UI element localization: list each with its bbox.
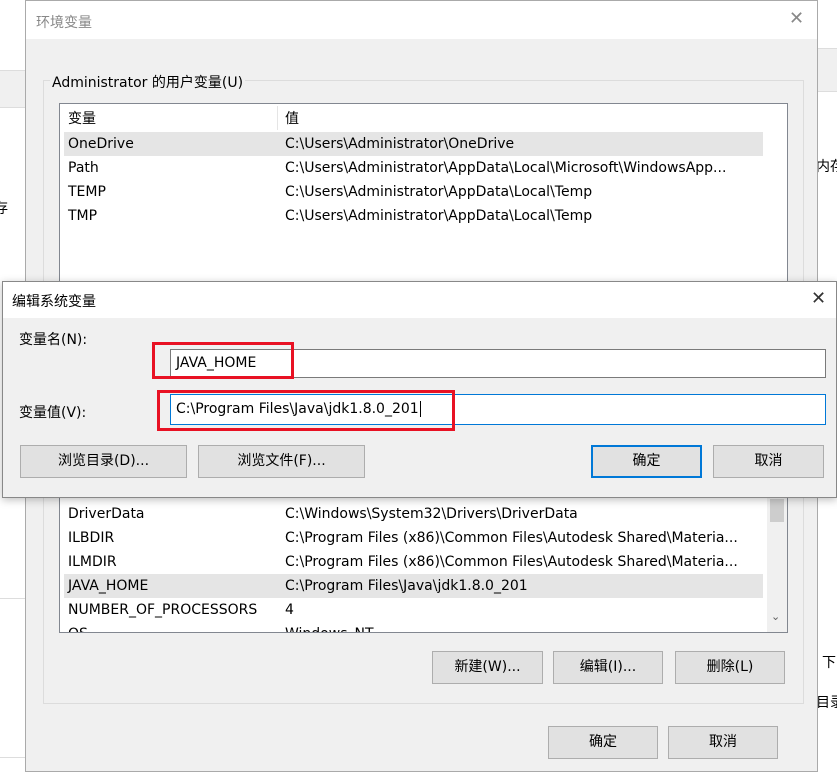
variable-value-label: 变量值(V): <box>19 405 87 421</box>
variable-value: C:\Program Files (x86)\Common Files\Auto… <box>285 530 738 546</box>
variable-value: C:\Program Files\Java\jdk1.8.0_201 <box>285 578 528 594</box>
variable-name: ILMDIR <box>68 554 117 570</box>
background-text: 下 <box>822 655 836 671</box>
variable-value: C:\Users\Administrator\AppData\Local\Tem… <box>285 184 593 200</box>
highlight-box <box>152 342 294 379</box>
variable-name: JAVA_HOME <box>68 578 149 594</box>
cancel-button[interactable]: 取消 <box>668 726 778 759</box>
cancel-button[interactable]: 取消 <box>713 445 824 478</box>
column-divider[interactable] <box>277 106 278 130</box>
column-header-value[interactable]: 值 <box>285 106 299 132</box>
variable-name: DriverData <box>68 506 145 522</box>
variable-name: NUMBER_OF_PROCESSORS <box>68 602 258 618</box>
variable-name: ILBDIR <box>68 530 115 546</box>
variable-row[interactable]: TMP C:\Users\Administrator\AppData\Local\… <box>64 204 763 228</box>
background-band <box>818 48 837 92</box>
variable-row[interactable]: NUMBER_OF_PROCESSORS 4 <box>64 598 763 622</box>
user-variables-list[interactable]: 变量 值 OneDrive C:\Users\Administrator\OneD… <box>59 103 788 303</box>
variable-name: OneDrive <box>68 136 134 152</box>
browse-directory-button[interactable]: 浏览目录(D)... <box>20 445 187 478</box>
variable-value: 4 <box>285 602 294 618</box>
variable-value: C:\Program Files (x86)\Common Files\Auto… <box>285 554 738 570</box>
background-band <box>0 70 25 108</box>
title-bar: 环境变量 ✕ <box>26 1 817 39</box>
background-band <box>0 598 25 758</box>
variable-value: C:\Users\Administrator\AppData\Local\Tem… <box>285 208 593 224</box>
edit-button[interactable]: 编辑(I)... <box>553 651 663 684</box>
variable-value: C:\Users\Administrator\AppData\Local\Mic… <box>285 160 727 176</box>
title-bar: 编辑系统变量 ✕ <box>3 282 836 318</box>
variable-value: C:\Users\Administrator\OneDrive <box>285 136 515 152</box>
delete-button[interactable]: 删除(L) <box>675 651 785 684</box>
new-button[interactable]: 新建(W)... <box>432 651 543 684</box>
chevron-down-icon[interactable]: ⌄ <box>771 610 780 623</box>
variable-name: Path <box>68 160 99 176</box>
background-text: 存 <box>0 201 8 217</box>
background-text: 目录 <box>816 695 837 711</box>
highlight-box <box>157 390 455 431</box>
variable-row[interactable]: DriverData C:\Windows\System32\Drivers\Dr… <box>64 502 763 526</box>
edit-system-variable-dialog: 编辑系统变量 ✕ 变量名(N): JAVA_HOME 变量值(V): C:\Pr… <box>2 281 837 498</box>
variable-name: TEMP <box>68 184 106 200</box>
ok-button[interactable]: 确定 <box>591 445 702 478</box>
ok-button[interactable]: 确定 <box>548 726 658 759</box>
variable-value: C:\Windows\System32\Drivers\DriverData <box>285 506 578 522</box>
list-header: 变量 值 <box>64 106 763 132</box>
variable-row[interactable]: ILMDIR C:\Program Files (x86)\Common File… <box>64 550 763 574</box>
variable-row[interactable]: OS Windows_NT <box>64 622 763 632</box>
variable-name: TMP <box>68 208 98 224</box>
user-variables-label: Administrator 的用户变量(U) <box>50 72 246 92</box>
variable-value: Windows_NT <box>285 622 374 632</box>
browse-file-button[interactable]: 浏览文件(F)... <box>198 445 365 478</box>
close-icon[interactable]: ✕ <box>789 8 804 29</box>
variable-name-label: 变量名(N): <box>19 332 88 348</box>
variable-row[interactable]: TEMP C:\Users\Administrator\AppData\Local… <box>64 180 763 204</box>
variable-row[interactable]: ILBDIR C:\Program Files (x86)\Common File… <box>64 526 763 550</box>
background-text: 内存 <box>816 159 837 175</box>
variable-row[interactable]: JAVA_HOME C:\Program Files\Java\jdk1.8.0_… <box>64 574 763 598</box>
scrollbar-thumb[interactable] <box>770 499 784 522</box>
dialog-title: 环境变量 <box>36 15 92 31</box>
dialog-title: 编辑系统变量 <box>12 294 96 310</box>
variable-row[interactable]: Path C:\Users\Administrator\AppData\Local… <box>64 156 763 180</box>
variable-row[interactable]: OneDrive C:\Users\Administrator\OneDrive <box>64 132 763 156</box>
variable-name: OS <box>68 622 88 632</box>
close-icon[interactable]: ✕ <box>811 288 826 309</box>
column-header-name[interactable]: 变量 <box>68 106 96 132</box>
